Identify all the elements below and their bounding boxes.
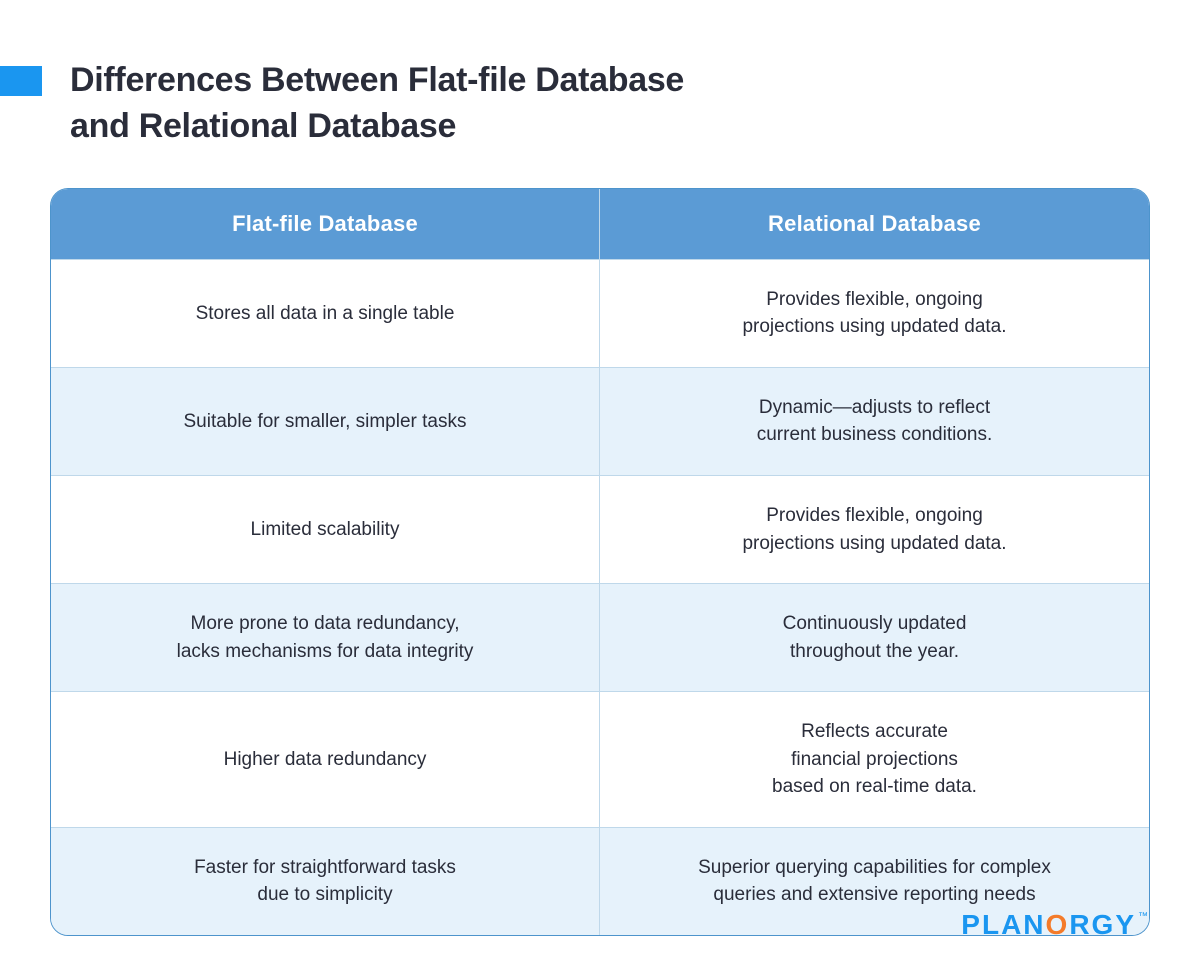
cell-left: Limited scalability: [51, 475, 600, 583]
header-relational: Relational Database: [600, 189, 1149, 259]
logo-tm: ™: [1138, 911, 1148, 922]
cell-right: Dynamic—adjusts to reflectcurrent busine…: [600, 367, 1149, 475]
cell-left: Stores all data in a single table: [51, 259, 600, 367]
table-row: More prone to data redundancy,lacks mech…: [51, 583, 1149, 691]
page-title: Differences Between Flat-file Database a…: [70, 58, 684, 150]
cell-right: Provides flexible, ongoingprojections us…: [600, 475, 1149, 583]
logo-o: O: [1046, 909, 1070, 940]
title-line-2: and Relational Database: [70, 107, 456, 145]
cell-right: Provides flexible, ongoingprojections us…: [600, 259, 1149, 367]
logo-text: PLANORGY: [961, 909, 1136, 941]
title-line-1: Differences Between Flat-file Database: [70, 61, 684, 99]
table-row: Higher data redundancy Reflects accurate…: [51, 691, 1149, 827]
title-accent-bar: [0, 66, 42, 96]
table-row: Suitable for smaller, simpler tasks Dyna…: [51, 367, 1149, 475]
logo-prefix: PLAN: [961, 909, 1045, 940]
comparison-table: Flat-file Database Relational Database S…: [50, 188, 1150, 936]
cell-left: More prone to data redundancy,lacks mech…: [51, 583, 600, 691]
comparison-table-wrapper: Flat-file Database Relational Database S…: [0, 150, 1200, 936]
title-section: Differences Between Flat-file Database a…: [0, 0, 1200, 150]
logo-suffix: RGY: [1069, 909, 1136, 940]
cell-left: Higher data redundancy: [51, 691, 600, 827]
cell-right: Continuously updatedthroughout the year.: [600, 583, 1149, 691]
cell-left: Faster for straightforward tasksdue to s…: [51, 827, 600, 935]
table-header-row: Flat-file Database Relational Database: [51, 189, 1149, 259]
cell-left: Suitable for smaller, simpler tasks: [51, 367, 600, 475]
cell-right: Reflects accuratefinancial projectionsba…: [600, 691, 1149, 827]
table-row: Limited scalability Provides flexible, o…: [51, 475, 1149, 583]
table-row: Stores all data in a single table Provid…: [51, 259, 1149, 367]
planergy-logo: PLANORGY ™: [961, 909, 1148, 941]
header-flat-file: Flat-file Database: [51, 189, 600, 259]
